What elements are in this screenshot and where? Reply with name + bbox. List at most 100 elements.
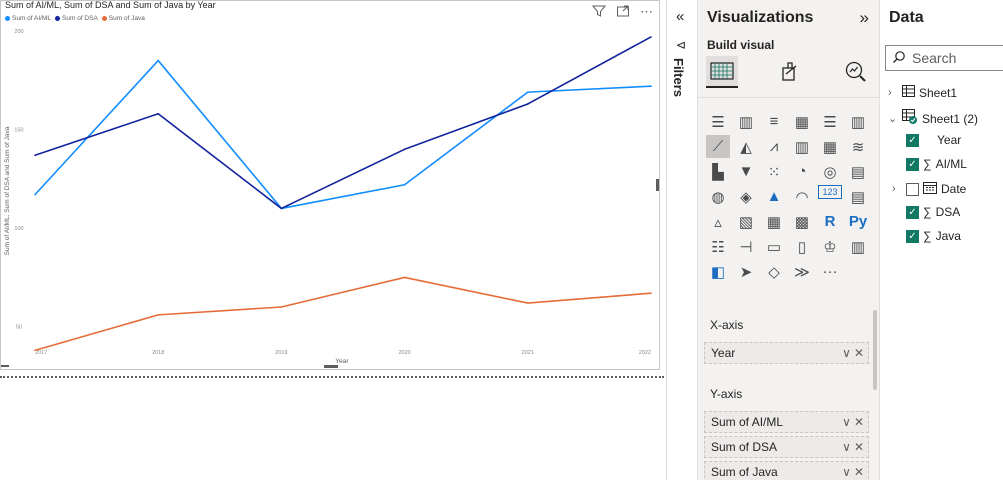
resize-handle-right[interactable] (656, 179, 659, 191)
field-checkbox[interactable]: ✓ (906, 229, 919, 243)
gauge-visual-icon[interactable]: ◠ (790, 185, 814, 208)
treemap-visual-icon[interactable]: ▤ (846, 160, 870, 183)
x-tick-label: 2019 (275, 350, 287, 356)
line-chart-svg: 50 100 150 200 2017 2018 2019 2020 2021 2022 Year S… (4, 29, 652, 365)
chevron-down-icon[interactable]: ∨ (842, 346, 851, 360)
table-item-sheet1-2[interactable]: ⌄ Sheet1 (2) (888, 109, 978, 128)
legend-item-aiml[interactable]: Sum of AI/ML (5, 15, 51, 22)
kpi-visual-icon[interactable]: ▵ (706, 210, 730, 233)
pill-controls: ∨ ✕ (842, 346, 864, 360)
expand-filters-icon[interactable]: « (676, 8, 684, 25)
shape-map-visual-icon[interactable]: ◇ (762, 260, 786, 283)
clustered-column-visual-icon[interactable]: ▦ (790, 110, 814, 133)
chevron-down-icon[interactable]: ∨ (842, 415, 851, 429)
data-point-sum-of-java-2020 (403, 276, 406, 279)
100-column-visual-icon[interactable]: ▥ (846, 110, 870, 133)
line-chart-visual[interactable]: 50 100 150 200 2017 2018 2019 2020 2021 2022 Year S… (0, 0, 660, 370)
clustered-bar-visual-icon[interactable]: ≡ (762, 110, 786, 133)
data-point-sum-of-ai-ml-2020 (403, 183, 406, 186)
resize-handle-bottom[interactable] (324, 365, 338, 368)
area-visual-icon[interactable]: ◭ (734, 135, 758, 158)
more-visual-icon[interactable]: ··· (818, 260, 842, 283)
field-item-date[interactable]: › Date (892, 181, 966, 197)
resize-handle-corner-bl[interactable] (1, 365, 9, 367)
build-visual-tab-icon[interactable] (706, 56, 738, 88)
chevron-right-icon[interactable]: › (888, 87, 898, 99)
power-bi-report-editor: 50 100 150 200 2017 2018 2019 2020 2021 2022 Year S… (0, 0, 1003, 480)
legend-item-dsa[interactable]: Sum of DSA (55, 15, 98, 22)
y-axis-field-pill-dsa[interactable]: Sum of DSA ∨ ✕ (704, 436, 869, 458)
qa-visual-icon[interactable]: ▭ (762, 235, 786, 258)
chevron-right-icon[interactable]: › (892, 183, 902, 195)
pill-controls: ∨ ✕ (842, 415, 864, 429)
legend-item-java[interactable]: Sum of Java (101, 15, 145, 22)
close-icon[interactable]: ✕ (854, 415, 864, 429)
key-influencers-visual-icon[interactable]: ☷ (706, 235, 730, 258)
data-point-sum-of-java-2018 (157, 314, 159, 316)
field-checkbox[interactable] (906, 182, 919, 196)
line-visual-icon[interactable]: ⟋ (706, 135, 730, 158)
stacked-column-visual-icon[interactable]: ▥ (734, 110, 758, 133)
field-item-java[interactable]: ✓ ∑ Java (906, 229, 961, 243)
filled-map-visual-icon[interactable]: ◈ (734, 185, 758, 208)
filters-label[interactable]: Filters (671, 58, 686, 97)
more-options-icon[interactable]: ⋯ (640, 4, 653, 21)
map-visual-icon[interactable]: ◍ (706, 185, 730, 208)
visual-header: ⋯ (591, 4, 653, 21)
search-input[interactable]: Search (885, 45, 1003, 71)
funnel-visual-icon[interactable]: ▼ (734, 160, 758, 183)
close-icon[interactable]: ✕ (854, 465, 864, 479)
analytics-tab-icon[interactable] (840, 56, 872, 88)
y-axis-field-pill-java[interactable]: Sum of Java ∨ ✕ (704, 461, 869, 480)
close-icon[interactable]: ✕ (854, 440, 864, 454)
waterfall-visual-icon[interactable]: ▙ (706, 160, 730, 183)
report-canvas[interactable]: 50 100 150 200 2017 2018 2019 2020 2021 2022 Year S… (0, 0, 666, 480)
scatter-visual-icon[interactable]: ⁙ (762, 160, 786, 183)
azure-map-visual-icon[interactable]: ▲ (762, 185, 786, 208)
y-axis-field-pill-aiml[interactable]: Sum of AI/ML ∨ ✕ (704, 411, 869, 433)
python-visual-visual-icon[interactable]: Py (846, 210, 870, 233)
100-bar-visual-icon[interactable]: ☰ (818, 110, 842, 133)
paginated-report-visual-icon[interactable]: ▥ (846, 235, 870, 258)
chevron-down-icon[interactable]: ⌄ (888, 112, 898, 125)
field-item-dsa[interactable]: ✓ ∑ DSA (906, 205, 960, 219)
series-line-sum-of-java (34, 276, 652, 352)
field-item-year[interactable]: ✓ Year (906, 133, 961, 147)
line-column-visual-icon[interactable]: ▥ (790, 135, 814, 158)
field-checkbox[interactable]: ✓ (906, 133, 919, 147)
series-line-sum-of-ai-ml (34, 59, 652, 210)
collapse-visualizations-icon[interactable]: » (860, 8, 869, 28)
power-apps-visual-icon[interactable]: ◧ (706, 260, 730, 283)
ribbon-visual-icon[interactable]: ≋ (846, 135, 870, 158)
card-visual-icon[interactable]: 123 (818, 185, 842, 199)
chevron-down-icon[interactable]: ∨ (842, 440, 851, 454)
power-automate-visual-icon[interactable]: ➤ (734, 260, 758, 283)
field-checkbox[interactable]: ✓ (906, 205, 919, 219)
multi-row-card-visual-icon[interactable]: ▤ (846, 185, 870, 208)
field-name: Java (935, 229, 961, 243)
focus-mode-icon[interactable] (616, 4, 630, 21)
slicer-visual-icon[interactable]: ▧ (734, 210, 758, 233)
x-axis-field-pill[interactable]: Year ∨ ✕ (704, 342, 869, 364)
goals-visual-icon[interactable]: ♔ (818, 235, 842, 258)
stacked-area-visual-icon[interactable]: ⩘ (762, 135, 786, 158)
field-item-ai-ml[interactable]: ✓ ∑ AI/ML (906, 157, 967, 171)
smart-narrative-visual-icon[interactable]: ▯ (790, 235, 814, 258)
pie-visual-icon[interactable]: ◔ (790, 160, 814, 183)
close-icon[interactable]: ✕ (854, 346, 864, 360)
stacked-bar-visual-icon[interactable]: ☰ (706, 110, 730, 133)
arrow-visual-icon[interactable]: ≫ (790, 260, 814, 283)
decomposition-tree-visual-icon[interactable]: ⊣ (734, 235, 758, 258)
table-item-sheet1[interactable]: › Sheet1 (888, 85, 957, 100)
chevron-down-icon[interactable]: ∨ (842, 465, 851, 479)
format-visual-tab-icon[interactable] (774, 56, 806, 88)
data-point-sum-of-ai-ml-2021 (527, 91, 529, 93)
matrix-visual-icon[interactable]: ▩ (790, 210, 814, 233)
table-visual-icon[interactable]: ▦ (762, 210, 786, 233)
line-clustered-column-visual-icon[interactable]: ▦ (818, 135, 842, 158)
donut-visual-icon[interactable]: ◎ (818, 160, 842, 183)
funnel-icon[interactable] (591, 4, 607, 21)
r-visual-visual-icon[interactable]: R (818, 210, 842, 233)
field-checkbox[interactable]: ✓ (906, 157, 919, 171)
filters-pane[interactable]: « ⊲ Filters (666, 0, 698, 480)
